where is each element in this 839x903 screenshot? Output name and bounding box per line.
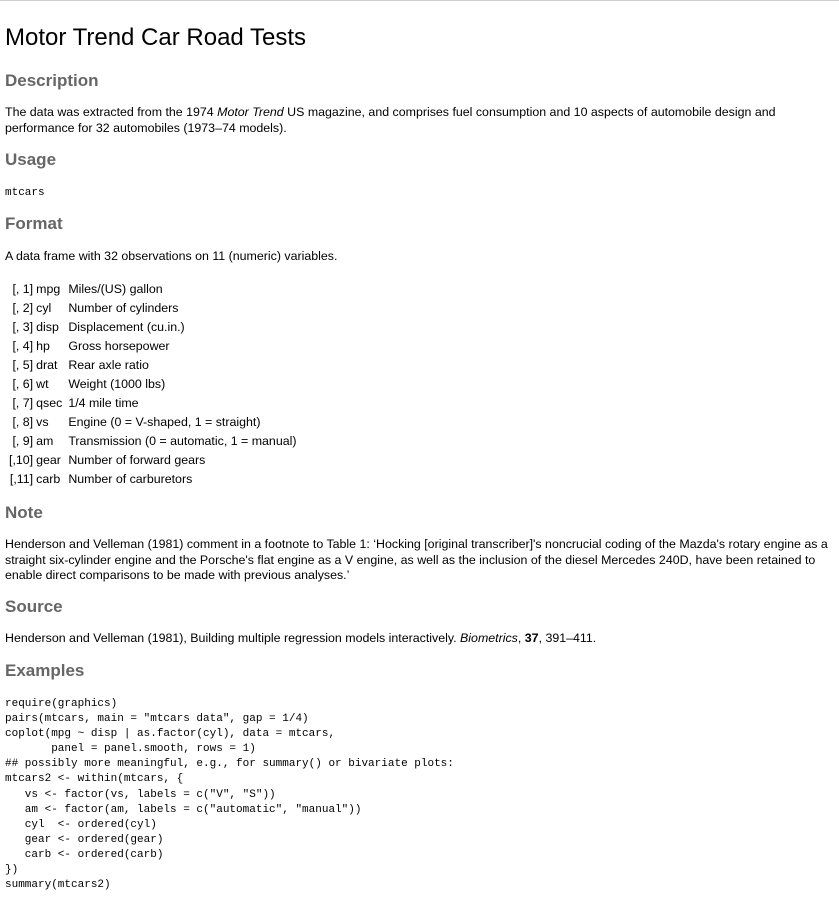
format-heading: Format bbox=[5, 214, 63, 233]
top-divider bbox=[0, 0, 839, 1]
citation-text: , 391–411. bbox=[538, 631, 597, 645]
note-text: Henderson and Velleman (1981) comment in… bbox=[5, 537, 828, 582]
var-description: Number of cylinders bbox=[68, 300, 179, 315]
var-description: Number of carburetors bbox=[68, 471, 193, 486]
source-citation: Henderson and Velleman (1981), Building … bbox=[5, 631, 831, 647]
table-row: [, 2] cyl Number of cylinders bbox=[7, 298, 299, 317]
table-row: [, 4] hp Gross horsepower bbox=[7, 336, 299, 355]
format-variables-table: [, 1] mpg Miles/(US) gallon [, 2] cyl Number… bbox=[7, 279, 299, 488]
var-description: 1/4 mile time bbox=[68, 395, 139, 410]
description-heading: Description bbox=[5, 71, 99, 90]
magazine-name: Motor Trend bbox=[217, 105, 284, 119]
table-row: [,10] gear Number of forward gears bbox=[7, 450, 299, 469]
var-name: disp bbox=[36, 319, 59, 334]
var-description: Engine (0 = V-shaped, 1 = straight) bbox=[68, 414, 261, 429]
source-heading: Source bbox=[5, 597, 63, 616]
citation-text: , bbox=[517, 631, 525, 645]
var-name: vs bbox=[36, 414, 49, 429]
var-description: Displacement (cu.in.) bbox=[68, 319, 185, 334]
description-text: The data was extracted from the 1974 Mot… bbox=[5, 105, 831, 136]
var-description: Transmission (0 = automatic, 1 = manual) bbox=[68, 433, 297, 448]
journal-name: Biometrics bbox=[460, 631, 518, 645]
var-description: Rear axle ratio bbox=[68, 357, 149, 372]
usage-code: mtcars bbox=[5, 187, 45, 199]
page-title: Motor Trend Car Road Tests bbox=[5, 24, 307, 51]
var-name: am bbox=[36, 433, 54, 448]
var-name: drat bbox=[36, 357, 58, 372]
var-index: [, 9] bbox=[12, 433, 34, 448]
table-row: [, 6] wt Weight (1000 lbs) bbox=[7, 374, 299, 393]
description-text-part: The data was extracted from the 1974 bbox=[5, 105, 218, 119]
examples-code: require(graphics) pairs(mtcars, main = "… bbox=[5, 698, 454, 892]
var-name: mpg bbox=[36, 281, 61, 296]
var-index: [,10] bbox=[9, 452, 34, 467]
var-index: [, 1] bbox=[12, 281, 34, 296]
var-description: Number of forward gears bbox=[68, 452, 206, 467]
table-row: [, 1] mpg Miles/(US) gallon bbox=[7, 279, 299, 298]
var-index: [, 6] bbox=[12, 376, 34, 391]
var-name: carb bbox=[36, 471, 61, 486]
var-name: gear bbox=[36, 452, 61, 467]
var-index: [, 2] bbox=[12, 300, 34, 315]
table-row: [, 9] am Transmission (0 = automatic, 1 = … bbox=[7, 431, 299, 450]
journal-volume: 37 bbox=[524, 631, 539, 645]
table-row: [, 3] disp Displacement (cu.in.) bbox=[7, 317, 299, 336]
var-name: wt bbox=[36, 376, 49, 391]
var-description: Miles/(US) gallon bbox=[68, 281, 163, 296]
examples-heading: Examples bbox=[5, 661, 85, 680]
citation-text: Henderson and Velleman (1981), Building … bbox=[5, 631, 461, 645]
var-description: Weight (1000 lbs) bbox=[68, 376, 166, 391]
table-row: [, 7] qsec 1/4 mile time bbox=[7, 393, 299, 412]
usage-heading: Usage bbox=[5, 150, 57, 169]
format-intro: A data frame with 32 observations on 11 … bbox=[5, 249, 338, 263]
note-heading: Note bbox=[5, 503, 43, 522]
var-name: cyl bbox=[36, 300, 52, 315]
var-name: qsec bbox=[36, 395, 63, 410]
var-index: [, 3] bbox=[12, 319, 34, 334]
var-name: hp bbox=[36, 338, 50, 353]
var-index: [,11] bbox=[9, 471, 34, 486]
table-row: [, 5] drat Rear axle ratio bbox=[7, 355, 299, 374]
var-index: [, 4] bbox=[12, 338, 34, 353]
table-row: [, 8] vs Engine (0 = V-shaped, 1 = straigh… bbox=[7, 412, 299, 431]
var-index: [, 8] bbox=[12, 414, 34, 429]
table-row: [,11] carb Number of carburetors bbox=[7, 469, 299, 488]
var-description: Gross horsepower bbox=[68, 338, 170, 353]
var-index: [, 5] bbox=[12, 357, 34, 372]
var-index: [, 7] bbox=[12, 395, 34, 410]
